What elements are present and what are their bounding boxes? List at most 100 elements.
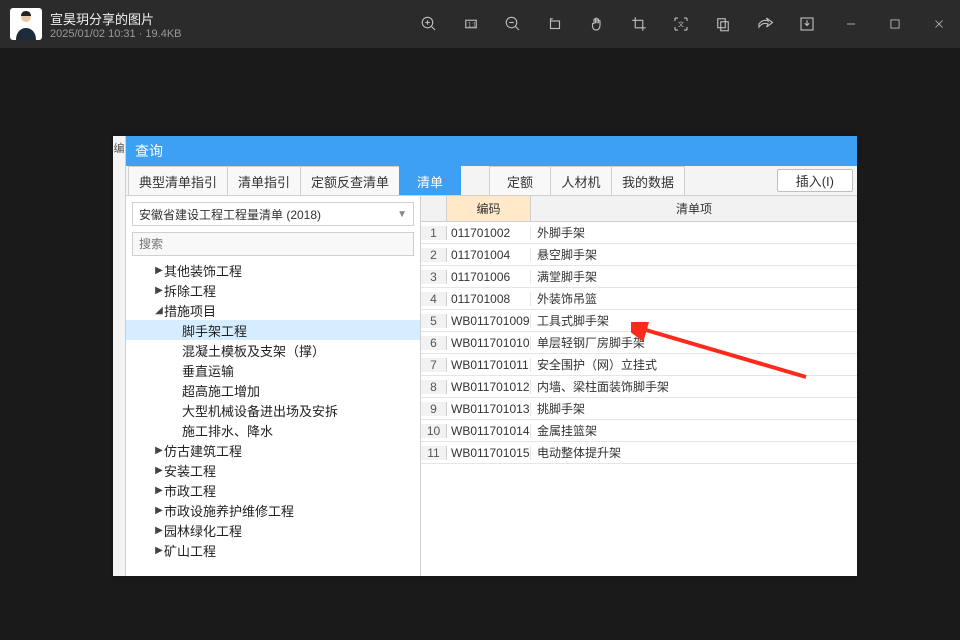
row-number: 6 [421,336,447,350]
tree-item-label: 脚手架工程 [182,321,247,340]
caret-icon: ▶ [154,505,164,516]
tree-item-label: 仿古建筑工程 [164,441,242,460]
table-row[interactable]: 3011701006满堂脚手架 [421,266,857,288]
viewer-titlebar: 宣昊玥分享的图片 2025/01/02 10:31 · 19.4KB 1:1 文 [0,0,960,48]
caret-icon: ▶ [154,465,164,476]
sliver-label: 编 [113,136,126,576]
app-window: 编 查询 典型清单指引 清单指引 定额反查清单 清单 定额 人材机 我的数据 插… [113,136,857,576]
row-code: WB011701015 [447,446,531,460]
download-icon[interactable] [796,13,818,35]
table-row[interactable]: 2011701004悬空脚手架 [421,244,857,266]
rotate-icon[interactable] [544,13,566,35]
row-item: 满堂脚手架 [531,268,857,285]
tree-item-6[interactable]: 超高施工增加 [126,380,420,400]
caret-icon: ▶ [154,485,164,496]
row-code: 011701004 [447,248,531,262]
tree-item-3[interactable]: 脚手架工程 [126,320,420,340]
tree-item-10[interactable]: ▶安装工程 [126,460,420,480]
tree-item-label: 安装工程 [164,461,216,480]
row-code: WB011701011 [447,358,531,372]
tab-1[interactable]: 清单指引 [227,166,301,195]
tree-item-2[interactable]: ◢措施项目 [126,300,420,320]
tree-item-label: 措施项目 [164,301,216,320]
tab-3[interactable]: 清单 [399,166,461,195]
hand-icon[interactable] [586,13,608,35]
row-code: 011701008 [447,292,531,306]
row-number: 4 [421,292,447,306]
tree-item-label: 其他装饰工程 [164,261,242,280]
tree-item-label: 园林绿化工程 [164,521,242,540]
tree-item-11[interactable]: ▶市政工程 [126,480,420,500]
row-code: WB011701012 [447,380,531,394]
zoom-out-icon[interactable] [502,13,524,35]
copy-icon[interactable] [712,13,734,35]
tree-item-8[interactable]: 施工排水、降水 [126,420,420,440]
table-row[interactable]: 7WB011701011安全围护（网）立挂式 [421,354,857,376]
tree-item-4[interactable]: 混凝土模板及支架（撑） [126,340,420,360]
grid-header: 编码 清单项 [421,196,857,222]
table-row[interactable]: 10WB011701014金属挂篮架 [421,420,857,442]
insert-button[interactable]: 插入(I) [777,169,853,192]
row-code: WB011701013 [447,402,531,416]
tree-item-9[interactable]: ▶仿古建筑工程 [126,440,420,460]
tree-item-label: 混凝土模板及支架（撑） [182,341,325,360]
row-item: 工具式脚手架 [531,312,857,329]
row-item: 电动整体提升架 [531,444,857,461]
right-pane: 编码 清单项 1011701002外脚手架2011701004悬空脚手架3011… [421,196,857,576]
tab-0[interactable]: 典型清单指引 [128,166,228,195]
caret-icon: ▶ [154,525,164,536]
viewer-toolbar: 1:1 文 [418,13,818,35]
viewer-meta: 2025/01/02 10:31 · 19.4KB [50,28,182,40]
col-item[interactable]: 清单项 [531,196,857,221]
tree-item-7[interactable]: 大型机械设备进出场及安拆 [126,400,420,420]
row-number: 10 [421,424,447,438]
row-code: WB011701014 [447,424,531,438]
minimize-icon[interactable] [840,13,862,35]
tab-6[interactable]: 我的数据 [611,166,685,195]
tree-item-12[interactable]: ▶市政设施养护维修工程 [126,500,420,520]
row-number: 9 [421,402,447,416]
close-icon[interactable] [928,13,950,35]
tree-item-13[interactable]: ▶园林绿化工程 [126,520,420,540]
table-row[interactable]: 11WB011701015电动整体提升架 [421,442,857,464]
app-title-text: 查询 [135,141,163,161]
row-item: 外装饰吊篮 [531,290,857,307]
combo-value: 安徽省建设工程工程量清单 (2018) [139,206,321,223]
zoom-in-icon[interactable] [418,13,440,35]
ocr-icon[interactable]: 文 [670,13,692,35]
share-icon[interactable] [754,13,776,35]
row-number: 1 [421,226,447,240]
row-number: 11 [421,446,447,460]
tab-2[interactable]: 定额反查清单 [300,166,400,195]
crop-icon[interactable] [628,13,650,35]
row-code: WB011701010 [447,336,531,350]
caret-icon: ◢ [154,305,164,316]
search-box[interactable] [132,232,414,256]
caret-icon: ▶ [154,265,164,276]
row-item: 悬空脚手架 [531,246,857,263]
tree-item-14[interactable]: ▶矿山工程 [126,540,420,560]
row-code: 011701006 [447,270,531,284]
col-code[interactable]: 编码 [447,196,531,221]
table-row[interactable]: 9WB011701013挑脚手架 [421,398,857,420]
row-code: WB011701009 [447,314,531,328]
original-size-icon[interactable]: 1:1 [460,13,482,35]
tree-item-label: 市政设施养护维修工程 [164,501,294,520]
table-row[interactable]: 5WB011701009工具式脚手架 [421,310,857,332]
row-number: 5 [421,314,447,328]
tree-item-label: 拆除工程 [164,281,216,300]
maximize-icon[interactable] [884,13,906,35]
tree-item-5[interactable]: 垂直运输 [126,360,420,380]
tree-item-0[interactable]: ▶其他装饰工程 [126,260,420,280]
tree-item-1[interactable]: ▶拆除工程 [126,280,420,300]
tab-5[interactable]: 人材机 [550,166,612,195]
standard-combo[interactable]: 安徽省建设工程工程量清单 (2018) ▼ [132,202,414,226]
table-row[interactable]: 1011701002外脚手架 [421,222,857,244]
table-row[interactable]: 6WB011701010单层轻钢厂房脚手架 [421,332,857,354]
table-row[interactable]: 8WB011701012内墙、梁柱面装饰脚手架 [421,376,857,398]
tab-4[interactable]: 定额 [489,166,551,195]
search-input[interactable] [139,237,407,251]
avatar [10,8,42,40]
tree-item-label: 施工排水、降水 [182,421,273,440]
table-row[interactable]: 4011701008外装饰吊篮 [421,288,857,310]
